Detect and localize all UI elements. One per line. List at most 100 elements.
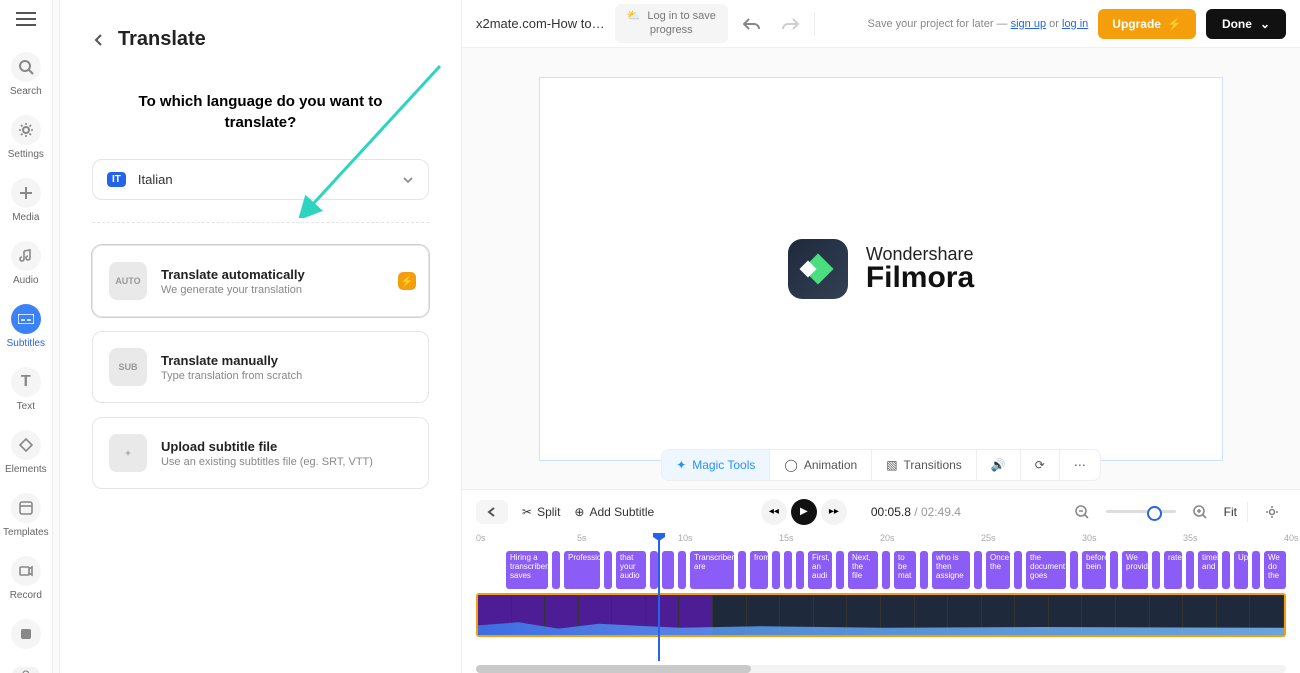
subtitle-clip[interactable] <box>738 551 746 589</box>
subtitle-clip[interactable] <box>836 551 844 589</box>
subtitle-clip[interactable]: We do the <box>1264 551 1286 589</box>
subtitle-clip[interactable]: to be mat <box>894 551 916 589</box>
option-auto[interactable]: AUTO Translate automatically We generate… <box>92 245 429 317</box>
bolt-icon: ⚡ <box>1167 17 1182 31</box>
login-to-save[interactable]: ⛅ Log in to save progress <box>615 4 728 42</box>
subtitle-clip[interactable]: that your audio <box>616 551 646 589</box>
rail-templates[interactable]: Templates <box>3 493 49 538</box>
ruler-tick: 0s <box>476 533 486 543</box>
subtitle-clip[interactable]: who is then assigne <box>932 551 970 589</box>
rail-text[interactable]: T Text <box>11 367 41 412</box>
time-ruler[interactable]: 0s5s10s15s20s25s30s35s40s45s50s55s1m <box>476 533 1286 547</box>
subtitle-clip[interactable] <box>604 551 612 589</box>
subtitle-clip[interactable] <box>678 551 686 589</box>
subtitle-clip[interactable] <box>1222 551 1230 589</box>
subtitle-clip[interactable] <box>1252 551 1260 589</box>
split-button[interactable]: ✂Split <box>522 505 560 519</box>
subtitle-clip[interactable] <box>1152 551 1160 589</box>
rail-subtitles[interactable]: Subtitles <box>7 304 45 349</box>
menu-icon[interactable] <box>16 12 36 26</box>
panel-divider[interactable] <box>53 0 60 673</box>
zoom-slider[interactable] <box>1106 510 1176 513</box>
video-track[interactable] <box>476 593 1286 637</box>
ruler-tick: 40s <box>1284 533 1299 543</box>
signup-link[interactable]: sign up <box>1011 18 1046 30</box>
subtitle-clip[interactable]: First, an audi <box>808 551 832 589</box>
chevron-down-icon: ⌄ <box>1260 17 1270 31</box>
ruler-tick: 20s <box>880 533 895 543</box>
option-sub: We generate your translation <box>161 284 305 296</box>
help-button[interactable]: ? <box>12 667 40 673</box>
subtitle-clip[interactable]: from <box>750 551 768 589</box>
prev-frame-button[interactable]: ◂◂ <box>761 499 787 525</box>
subtitle-clip[interactable] <box>650 551 658 589</box>
rail-audio[interactable]: Audio <box>11 241 41 286</box>
subtitle-clip[interactable] <box>920 551 928 589</box>
preview-canvas[interactable]: Wondershare Filmora <box>539 77 1223 461</box>
subtitle-clip[interactable] <box>974 551 982 589</box>
save-hint: Save your project for later — sign up or… <box>868 18 1089 30</box>
play-button[interactable]: ▶ <box>791 499 817 525</box>
subtitle-clip[interactable]: Transcribers are <box>690 551 734 589</box>
option-title: Translate automatically <box>161 267 305 282</box>
subtitle-clip[interactable] <box>662 551 674 589</box>
subtitle-clip[interactable]: We provide <box>1122 551 1148 589</box>
subtitle-clip[interactable] <box>784 551 792 589</box>
redo-button[interactable] <box>776 10 804 38</box>
subtitle-clip[interactable] <box>772 551 780 589</box>
subtitle-clip[interactable] <box>1186 551 1194 589</box>
subtitles-icon <box>11 304 41 334</box>
subtitle-clip[interactable]: Once the <box>986 551 1010 589</box>
done-button[interactable]: Done⌄ <box>1206 9 1286 39</box>
language-select[interactable]: IT Italian <box>92 159 429 200</box>
rail-label: Subtitles <box>7 338 45 349</box>
magic-tools-button[interactable]: ✦Magic Tools <box>662 450 770 480</box>
timeline-back-button[interactable] <box>476 500 508 524</box>
ruler-tick: 15s <box>779 533 794 543</box>
undo-button[interactable] <box>738 10 766 38</box>
playhead[interactable] <box>658 533 660 661</box>
more-tools-button[interactable]: ⋯ <box>1060 450 1100 480</box>
subtitle-clip[interactable]: Hiring a transcriber saves <box>506 551 548 589</box>
subtitle-clip[interactable]: before bein <box>1082 551 1106 589</box>
zoom-out-button[interactable] <box>1068 498 1096 526</box>
animation-button[interactable]: ◯Animation <box>770 450 872 480</box>
rail-label: Media <box>12 212 39 223</box>
zoom-in-button[interactable] <box>1186 498 1214 526</box>
rail-media[interactable]: Media <box>11 178 41 223</box>
volume-button[interactable]: 🔊 <box>977 450 1021 480</box>
back-button[interactable] <box>92 33 106 47</box>
timeline-scrollbar[interactable] <box>476 665 1286 673</box>
timeline-settings-button[interactable] <box>1258 498 1286 526</box>
text-icon: T <box>11 367 41 397</box>
rail-search[interactable]: Search <box>10 52 42 97</box>
search-icon <box>11 52 41 82</box>
subtitle-clip[interactable]: the document goes <box>1026 551 1066 589</box>
subtitle-clip[interactable]: Next, the file <box>848 551 878 589</box>
subtitle-clip[interactable]: Up <box>1234 551 1248 589</box>
add-subtitle-button[interactable]: ⊕Add Subtitle <box>574 505 654 519</box>
subtitle-clip[interactable] <box>552 551 560 589</box>
subtitle-clip[interactable] <box>796 551 804 589</box>
animation-icon: ◯ <box>784 458 797 472</box>
subtitle-clip[interactable] <box>1070 551 1078 589</box>
login-link[interactable]: log in <box>1062 18 1088 30</box>
option-manual[interactable]: SUB Translate manually Type translation … <box>92 331 429 403</box>
subtitle-clip[interactable] <box>882 551 890 589</box>
option-upload[interactable]: + Upload subtitle file Use an existing s… <box>92 417 429 489</box>
fit-button[interactable]: Fit <box>1224 505 1237 519</box>
subtitle-clip[interactable]: timely and <box>1198 551 1218 589</box>
rail-more[interactable] <box>11 619 41 649</box>
subtitle-clip[interactable] <box>1110 551 1118 589</box>
subtitle-clip[interactable] <box>1014 551 1022 589</box>
rail-settings[interactable]: Settings <box>8 115 44 160</box>
rail-elements[interactable]: Elements <box>5 430 47 475</box>
transitions-button[interactable]: ▧Transitions <box>872 450 977 480</box>
subtitle-clip[interactable]: Professional <box>564 551 600 589</box>
rail-label: Templates <box>3 527 49 538</box>
speed-button[interactable]: ⟳ <box>1021 450 1060 480</box>
upgrade-button[interactable]: Upgrade⚡ <box>1098 9 1196 39</box>
subtitle-clip[interactable]: rates <box>1164 551 1182 589</box>
rail-record[interactable]: Record <box>10 556 42 601</box>
next-frame-button[interactable]: ▸▸ <box>821 499 847 525</box>
